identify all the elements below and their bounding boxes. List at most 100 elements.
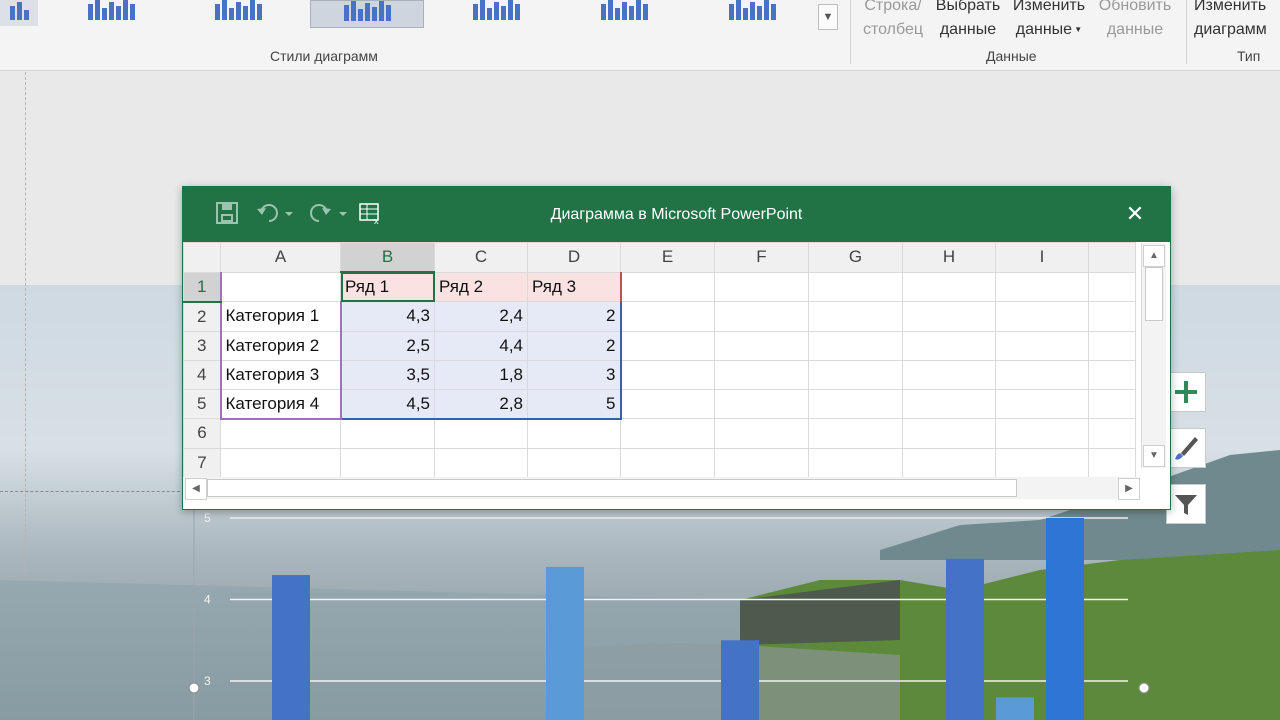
cell[interactable] (808, 271, 903, 302)
cell[interactable] (620, 447, 715, 478)
cell[interactable] (902, 359, 996, 390)
cell[interactable] (808, 388, 903, 419)
cell[interactable] (714, 359, 809, 390)
cell[interactable] (1088, 301, 1136, 332)
bar-mark[interactable] (546, 566, 584, 720)
cell[interactable] (902, 388, 996, 419)
cell[interactable]: 4,5 (340, 388, 435, 420)
column-header[interactable]: G (808, 242, 903, 273)
row-header[interactable]: 7 (183, 447, 221, 478)
row-header[interactable]: 2 (183, 301, 221, 332)
chart-style-thumb[interactable] (440, 0, 552, 26)
row-header[interactable]: 6 (183, 418, 221, 449)
cell[interactable]: Категория 4 (219, 388, 342, 420)
cell[interactable] (1088, 418, 1136, 449)
cell[interactable] (995, 418, 1089, 449)
chart-filters-button[interactable] (1166, 484, 1206, 524)
cell[interactable]: 2 (527, 330, 622, 361)
column-header[interactable]: A (220, 242, 341, 273)
cell[interactable]: Категория 3 (219, 359, 342, 390)
cell[interactable] (995, 388, 1089, 419)
cell[interactable] (902, 301, 996, 332)
chart-elements-button[interactable] (1166, 372, 1206, 412)
cell[interactable] (714, 301, 809, 332)
scroll-left-button[interactable]: ◀ (185, 478, 207, 500)
cell[interactable]: 2,8 (434, 388, 528, 420)
vertical-scrollbar[interactable]: ▲ ▼ (1141, 243, 1166, 468)
cell[interactable]: Ряд 1 (340, 271, 435, 302)
row-header[interactable]: 1 (183, 271, 221, 303)
cell[interactable] (527, 447, 621, 478)
cell[interactable]: 3,5 (340, 359, 435, 390)
cell[interactable] (808, 330, 903, 361)
styles-more-button[interactable]: ▼ (818, 4, 838, 30)
cell[interactable] (714, 330, 809, 361)
chart-style-thumb-selected[interactable] (310, 0, 424, 28)
horizontal-scroll-thumb[interactable] (207, 479, 1017, 497)
cell[interactable] (1088, 330, 1136, 361)
cell[interactable]: Категория 2 (219, 330, 342, 361)
row-header[interactable]: 4 (183, 359, 221, 390)
cell[interactable] (620, 330, 715, 361)
scroll-right-button[interactable]: ▶ (1118, 478, 1140, 500)
bar-mark[interactable] (996, 697, 1034, 720)
cell[interactable] (620, 359, 715, 390)
bar-mark[interactable] (721, 640, 759, 720)
row-header[interactable]: 5 (183, 388, 221, 419)
resize-handle[interactable] (1138, 682, 1150, 694)
cell[interactable]: Категория 1 (219, 301, 342, 332)
spreadsheet-grid[interactable]: A B C D E F G H I 1 Ряд 1 Ряд 2 Ряд 3 2 (183, 242, 1140, 478)
cell[interactable] (1088, 359, 1136, 390)
chart-style-thumb[interactable] (696, 0, 808, 26)
cell[interactable] (1088, 271, 1136, 302)
scroll-down-button[interactable]: ▼ (1143, 445, 1165, 467)
change-chart-type-button[interactable]: Изменить диаграмм (1194, 0, 1280, 42)
chart-styles-button[interactable] (1166, 428, 1206, 468)
refresh-data-button[interactable]: Обновить данные (1094, 0, 1176, 42)
cell[interactable] (340, 418, 435, 449)
cell[interactable] (620, 271, 715, 302)
cell[interactable]: Ряд 2 (434, 271, 528, 302)
column-header[interactable]: F (714, 242, 809, 273)
scroll-up-button[interactable]: ▲ (1143, 245, 1165, 267)
select-data-button[interactable]: Выбрать данные (932, 0, 1004, 42)
cell[interactable] (995, 301, 1089, 332)
cell[interactable] (714, 388, 809, 419)
cell[interactable] (527, 418, 621, 449)
cell[interactable] (434, 447, 528, 478)
cell[interactable]: 1,8 (434, 359, 528, 390)
bar-mark[interactable] (946, 558, 984, 720)
cell[interactable] (808, 418, 903, 449)
cell[interactable] (434, 418, 528, 449)
cell[interactable] (340, 447, 435, 478)
cell[interactable] (808, 359, 903, 390)
bar-mark[interactable] (1046, 518, 1084, 720)
cell[interactable]: 5 (527, 388, 622, 420)
cell[interactable] (1088, 447, 1136, 478)
cell[interactable]: 2 (527, 301, 622, 332)
cell[interactable] (995, 447, 1089, 478)
chart-style-thumb[interactable] (0, 0, 38, 26)
cell[interactable] (714, 418, 809, 449)
cell[interactable] (902, 330, 996, 361)
column-header[interactable]: H (902, 242, 996, 273)
edit-data-button[interactable]: Изменить данные ▼ (1008, 0, 1090, 42)
cell[interactable] (219, 271, 341, 302)
chart-style-thumb[interactable] (568, 0, 680, 26)
cell[interactable] (808, 301, 903, 332)
cell[interactable] (620, 301, 715, 332)
column-header-partial[interactable] (1088, 242, 1136, 273)
resize-handle[interactable] (188, 682, 200, 694)
cell[interactable] (902, 418, 996, 449)
cell[interactable] (1088, 388, 1136, 419)
cell[interactable]: 3 (527, 359, 622, 390)
row-header[interactable]: 3 (183, 330, 221, 361)
chart-style-thumb[interactable] (55, 0, 167, 26)
cell[interactable] (995, 271, 1089, 302)
horizontal-scrollbar[interactable]: ◀ ▶ (183, 477, 1140, 500)
cell[interactable] (714, 271, 809, 302)
cell[interactable] (220, 418, 341, 449)
column-header[interactable]: I (995, 242, 1089, 273)
bar-mark[interactable] (272, 575, 310, 720)
cell[interactable] (995, 330, 1089, 361)
